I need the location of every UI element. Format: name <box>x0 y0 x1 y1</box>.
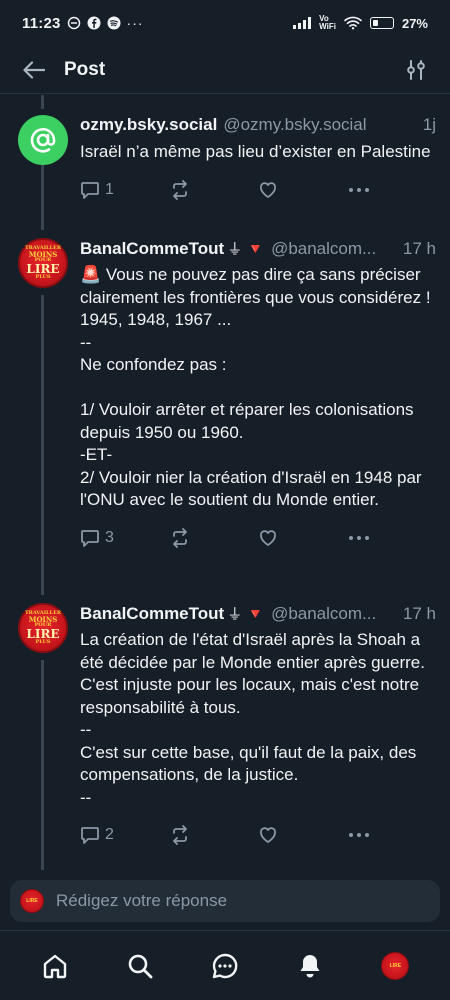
post-header: BanalCommeTout ⏚ 🔻 @banalcom... 17 h <box>80 603 436 625</box>
comment-icon <box>81 529 99 547</box>
heart-icon <box>260 827 276 843</box>
avatar[interactable]: TRAVAILLER MOINS POUR LIRE PLUS <box>18 238 68 288</box>
reply-composer[interactable]: LIRE Rédigez votre réponse <box>10 880 440 922</box>
thread: ozmy.bsky.social @ozmy.bsky.social 1j Is… <box>0 95 450 870</box>
repost-button[interactable] <box>170 179 230 200</box>
post-time: 17 h <box>402 239 436 258</box>
post-text: Israël n’a même pas lieu d’exister en Pa… <box>80 142 431 161</box>
reply-button[interactable]: 3 <box>80 528 140 548</box>
reply-button[interactable]: 2 <box>80 825 140 845</box>
status-time: 11:23 <box>22 14 61 32</box>
post-actions: 2 <box>80 823 436 847</box>
reply-button[interactable]: 1 <box>80 180 140 200</box>
avatar[interactable]: TRAVAILLER MOINS POUR LIRE PLUS <box>18 603 68 653</box>
post-time: 17 h <box>402 604 436 623</box>
home-icon <box>43 954 66 978</box>
handle[interactable]: @banalcom... <box>271 239 395 259</box>
status-bar: 11:23 ··· Vo WiFi 27% <box>0 0 450 46</box>
more-horizontal-icon <box>349 833 369 837</box>
heart-icon <box>260 529 276 546</box>
post-text: 🚨 Vous ne pouvez pas dire ça sans précis… <box>80 265 431 509</box>
bottom-nav: LIRE <box>0 930 450 1000</box>
display-name[interactable]: ozmy.bsky.social <box>80 115 217 135</box>
comment-icon <box>81 181 99 199</box>
more-horizontal-icon <box>349 535 369 540</box>
status-notification-icons: ··· <box>67 15 144 31</box>
avatar[interactable] <box>18 115 68 165</box>
more-options-button[interactable] <box>348 825 370 845</box>
reply-count: 2 <box>105 826 114 843</box>
repost-button[interactable] <box>170 825 230 845</box>
battery-icon <box>369 17 394 29</box>
reply-count: 1 <box>105 180 114 198</box>
page-title: Post <box>64 58 106 80</box>
reply-count: 3 <box>105 528 114 546</box>
post-time: 1j <box>422 115 436 134</box>
name-emoji-badges: ⏚ 🔻 <box>227 606 266 623</box>
comment-icon <box>81 827 99 844</box>
like-button[interactable] <box>258 825 318 845</box>
vowifi-label: Vo WiFi <box>319 14 336 31</box>
post-text: La création de l'état d'Israël après la … <box>80 630 425 807</box>
arrow-left-icon <box>23 60 45 79</box>
post-item[interactable]: TRAVAILLER MOINS POUR LIRE PLUS BanalCom… <box>0 603 450 847</box>
more-notifications-icon: ··· <box>126 15 144 31</box>
battery-percent: 27% <box>401 15 428 31</box>
link-icon <box>67 16 80 30</box>
handle[interactable]: @banalcom... <box>271 604 395 624</box>
chat-icon <box>212 953 238 978</box>
display-name[interactable]: BanalCommeTout <box>80 239 224 259</box>
post-item[interactable]: ozmy.bsky.social @ozmy.bsky.social 1j Is… <box>0 115 450 202</box>
heart-icon <box>260 181 276 198</box>
repost-icon <box>173 527 187 548</box>
like-button[interactable] <box>258 180 318 200</box>
nav-search[interactable] <box>118 944 162 988</box>
more-options-button[interactable] <box>348 180 370 200</box>
post-actions: 3 <box>80 526 436 550</box>
composer-avatar: LIRE <box>20 889 44 913</box>
nav-profile[interactable]: LIRE <box>373 944 417 988</box>
sliders-icon <box>407 59 425 80</box>
more-horizontal-icon <box>349 187 369 192</box>
signal-icon <box>293 17 312 29</box>
like-button[interactable] <box>258 528 318 548</box>
thread-line-top <box>41 95 44 109</box>
repost-button[interactable] <box>170 527 230 548</box>
nav-messages[interactable] <box>203 944 247 988</box>
post-actions: 1 <box>80 178 436 202</box>
wifi-icon <box>344 16 362 30</box>
at-sign-icon <box>30 127 56 153</box>
top-bar: Post <box>0 46 450 94</box>
repost-icon <box>173 179 187 200</box>
nav-notifications[interactable] <box>288 944 332 988</box>
post-header: BanalCommeTout ⏚ 🔻 @banalcom... 17 h <box>80 238 436 260</box>
facebook-icon <box>87 16 101 30</box>
name-emoji-badges: ⏚ 🔻 <box>227 241 266 258</box>
thread-settings-button[interactable] <box>400 54 432 86</box>
search-icon <box>128 954 153 978</box>
post-item[interactable]: TRAVAILLER MOINS POUR LIRE PLUS BanalCom… <box>0 238 450 550</box>
handle[interactable]: @ozmy.bsky.social <box>223 115 414 135</box>
display-name[interactable]: BanalCommeTout <box>80 604 224 624</box>
nav-home[interactable] <box>33 944 77 988</box>
profile-avatar: LIRE <box>381 951 410 980</box>
post-header: ozmy.bsky.social @ozmy.bsky.social 1j <box>80 115 436 137</box>
status-system-icons: Vo WiFi 27% <box>293 15 428 31</box>
back-button[interactable] <box>18 54 50 86</box>
spotify-icon <box>107 16 121 30</box>
reply-input-placeholder[interactable]: Rédigez votre réponse <box>56 891 227 911</box>
repost-icon <box>173 825 187 845</box>
more-options-button[interactable] <box>348 528 370 548</box>
bell-icon <box>300 954 320 977</box>
